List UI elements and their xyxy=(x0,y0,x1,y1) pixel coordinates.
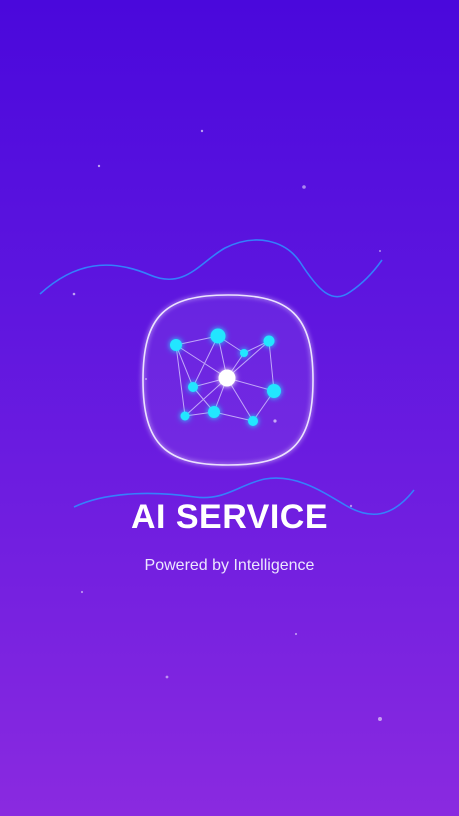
star-dot xyxy=(378,717,382,721)
wave-line-top xyxy=(39,239,383,298)
app-tagline: Powered by Intelligence xyxy=(144,557,315,574)
star-dot xyxy=(379,250,381,252)
neural-network-icon xyxy=(142,294,314,466)
network-node xyxy=(180,411,190,421)
network-node xyxy=(210,328,226,344)
star-dot xyxy=(302,185,306,189)
star-dot xyxy=(200,129,204,133)
network-node xyxy=(188,382,198,392)
network-node xyxy=(240,349,248,357)
network-node xyxy=(263,335,275,347)
network-node xyxy=(248,416,258,426)
network-node xyxy=(208,406,220,418)
app-title: AI SERVICE xyxy=(130,498,329,536)
star-dot xyxy=(165,675,169,679)
star-dot xyxy=(294,632,298,636)
network-node xyxy=(267,384,281,398)
background-decor xyxy=(39,129,415,721)
star-dot xyxy=(80,590,84,594)
star-dot xyxy=(72,292,76,296)
network-node xyxy=(170,339,182,351)
star-dot xyxy=(97,164,101,168)
core-node xyxy=(218,369,236,387)
